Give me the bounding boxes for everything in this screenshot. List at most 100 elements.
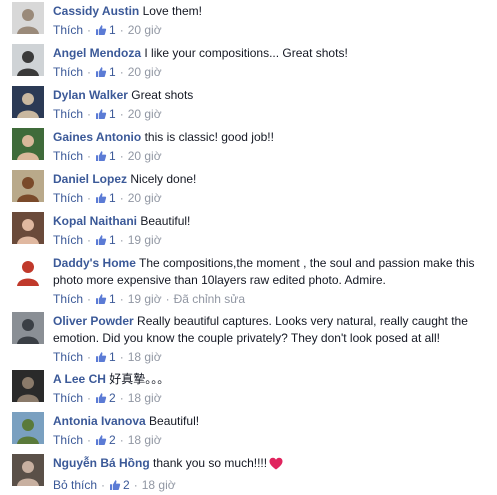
separator-dot: · xyxy=(87,149,92,163)
like-count[interactable]: 2 xyxy=(109,391,116,405)
comment-author[interactable]: Oliver Powder xyxy=(53,314,134,328)
comment-text: Love them! xyxy=(142,4,202,18)
comment-timestamp[interactable]: 18 giờ xyxy=(128,391,162,405)
like-button[interactable]: Thích xyxy=(53,149,83,163)
thumbs-up-icon[interactable] xyxy=(95,351,107,367)
separator-dot: · xyxy=(119,23,124,37)
like-count[interactable]: 2 xyxy=(109,433,116,447)
comment-timestamp[interactable]: 19 giờ xyxy=(128,233,162,247)
separator-dot: · xyxy=(165,292,170,306)
comment-timestamp[interactable]: 20 giờ xyxy=(128,107,162,121)
like-button[interactable]: Thích xyxy=(53,23,83,37)
thumbs-up-icon[interactable] xyxy=(95,293,107,309)
avatar[interactable] xyxy=(12,312,44,344)
like-button[interactable]: Thích xyxy=(53,233,83,247)
comment-author[interactable]: Daddy's Home xyxy=(53,256,136,270)
comment-timestamp[interactable]: 20 giờ xyxy=(128,149,162,163)
like-button[interactable]: Thích xyxy=(53,191,83,205)
comment-actions: Thích · 1 · 18 giờ xyxy=(53,350,487,367)
separator-dot: · xyxy=(119,191,124,205)
thumbs-up-icon[interactable] xyxy=(95,192,107,208)
comment-author[interactable]: Nguyễn Bá Hồng xyxy=(53,456,150,470)
comment-body: Daniel Lopez Nicely done! Thích · 1 · 20 giờ xyxy=(53,171,487,208)
avatar[interactable] xyxy=(12,170,44,202)
avatar[interactable] xyxy=(12,212,44,244)
avatar-image xyxy=(12,44,44,76)
comment-author[interactable]: Dylan Walker xyxy=(53,88,128,102)
thumbs-up-icon[interactable] xyxy=(95,392,107,408)
comment-actions: Thích · 1 · 20 giờ xyxy=(53,191,487,208)
avatar[interactable] xyxy=(12,454,44,486)
avatar[interactable] xyxy=(12,370,44,402)
comment-actions: Thích · 1 · 20 giờ xyxy=(53,65,487,82)
like-count[interactable]: 1 xyxy=(109,350,116,364)
edited-label[interactable]: Đã chỉnh sửa xyxy=(174,292,245,306)
comment-text: Beautiful! xyxy=(149,414,200,428)
comment-author[interactable]: Gaines Antonio xyxy=(53,130,141,144)
separator-dot: · xyxy=(87,65,92,79)
comment-text: Beautiful! xyxy=(140,214,191,228)
thumbs-up-icon[interactable] xyxy=(95,234,107,250)
separator-dot: · xyxy=(101,478,106,492)
comment-timestamp[interactable]: 18 giờ xyxy=(142,478,176,492)
thumbs-up-icon[interactable] xyxy=(95,150,107,166)
avatar[interactable] xyxy=(12,44,44,76)
avatar[interactable] xyxy=(12,254,44,286)
avatar-image xyxy=(12,170,44,202)
separator-dot: · xyxy=(119,233,124,247)
separator-dot: · xyxy=(87,191,92,205)
avatar[interactable] xyxy=(12,86,44,118)
comment-author[interactable]: Daniel Lopez xyxy=(53,172,127,186)
like-count[interactable]: 1 xyxy=(109,149,116,163)
like-count[interactable]: 2 xyxy=(123,478,130,492)
comment-body: Oliver Powder Really beautiful captures.… xyxy=(53,313,487,367)
like-button[interactable]: Bỏ thích xyxy=(53,478,97,492)
like-count[interactable]: 1 xyxy=(109,191,116,205)
comment-text: this is classic! good job!! xyxy=(144,130,274,144)
thumbs-up-icon[interactable] xyxy=(95,24,107,40)
like-button[interactable]: Thích xyxy=(53,433,83,447)
comment-timestamp[interactable]: 18 giờ xyxy=(128,433,162,447)
thumbs-up-icon[interactable] xyxy=(95,108,107,124)
separator-dot: · xyxy=(87,107,92,121)
comment-body: Cassidy Austin Love them! Thích · 1 · 20 giờ xyxy=(53,3,487,40)
like-button[interactable]: Thích xyxy=(53,350,83,364)
avatar[interactable] xyxy=(12,128,44,160)
like-button[interactable]: Thích xyxy=(53,391,83,405)
avatar-image xyxy=(12,412,44,444)
comment-list: Cassidy Austin Love them! Thích · 1 · 20 giờ… xyxy=(0,0,497,493)
comment-timestamp[interactable]: 19 giờ xyxy=(128,292,162,306)
like-button[interactable]: Thích xyxy=(53,65,83,79)
avatar-image xyxy=(12,454,44,486)
like-count[interactable]: 1 xyxy=(109,233,116,247)
comment-author[interactable]: A Lee CH xyxy=(53,372,106,386)
comment-author[interactable]: Kopal Naithani xyxy=(53,214,137,228)
comment-body: Dylan Walker Great shots Thích · 1 · 20 giờ xyxy=(53,87,487,124)
separator-dot: · xyxy=(87,391,92,405)
like-count[interactable]: 1 xyxy=(109,107,116,121)
thumbs-up-icon[interactable] xyxy=(95,434,107,450)
like-button[interactable]: Thích xyxy=(53,292,83,306)
comment-actions: Thích · 2 · 18 giờ xyxy=(53,433,487,450)
comment-body: Angel Mendoza I like your compositions..… xyxy=(53,45,487,82)
avatar[interactable] xyxy=(12,412,44,444)
like-count[interactable]: 1 xyxy=(109,292,116,306)
like-count[interactable]: 1 xyxy=(109,23,116,37)
comment-author[interactable]: Antonia Ivanova xyxy=(53,414,146,428)
like-button[interactable]: Thích xyxy=(53,107,83,121)
comment-timestamp[interactable]: 20 giờ xyxy=(128,65,162,79)
thumbs-up-icon[interactable] xyxy=(95,66,107,82)
separator-dot: · xyxy=(87,23,92,37)
avatar[interactable] xyxy=(12,2,44,34)
avatar-image xyxy=(12,86,44,118)
comment-actions: Thích · 1 · 20 giờ xyxy=(53,149,487,166)
comment-timestamp[interactable]: 20 giờ xyxy=(128,191,162,205)
separator-dot: · xyxy=(119,65,124,79)
comment-author[interactable]: Cassidy Austin xyxy=(53,4,139,18)
comment-author[interactable]: Angel Mendoza xyxy=(53,46,141,60)
comment-body: Gaines Antonio this is classic! good job… xyxy=(53,129,487,166)
comment-timestamp[interactable]: 20 giờ xyxy=(128,23,162,37)
comment-timestamp[interactable]: 18 giờ xyxy=(128,350,162,364)
like-count[interactable]: 1 xyxy=(109,65,116,79)
avatar-image xyxy=(12,370,44,402)
